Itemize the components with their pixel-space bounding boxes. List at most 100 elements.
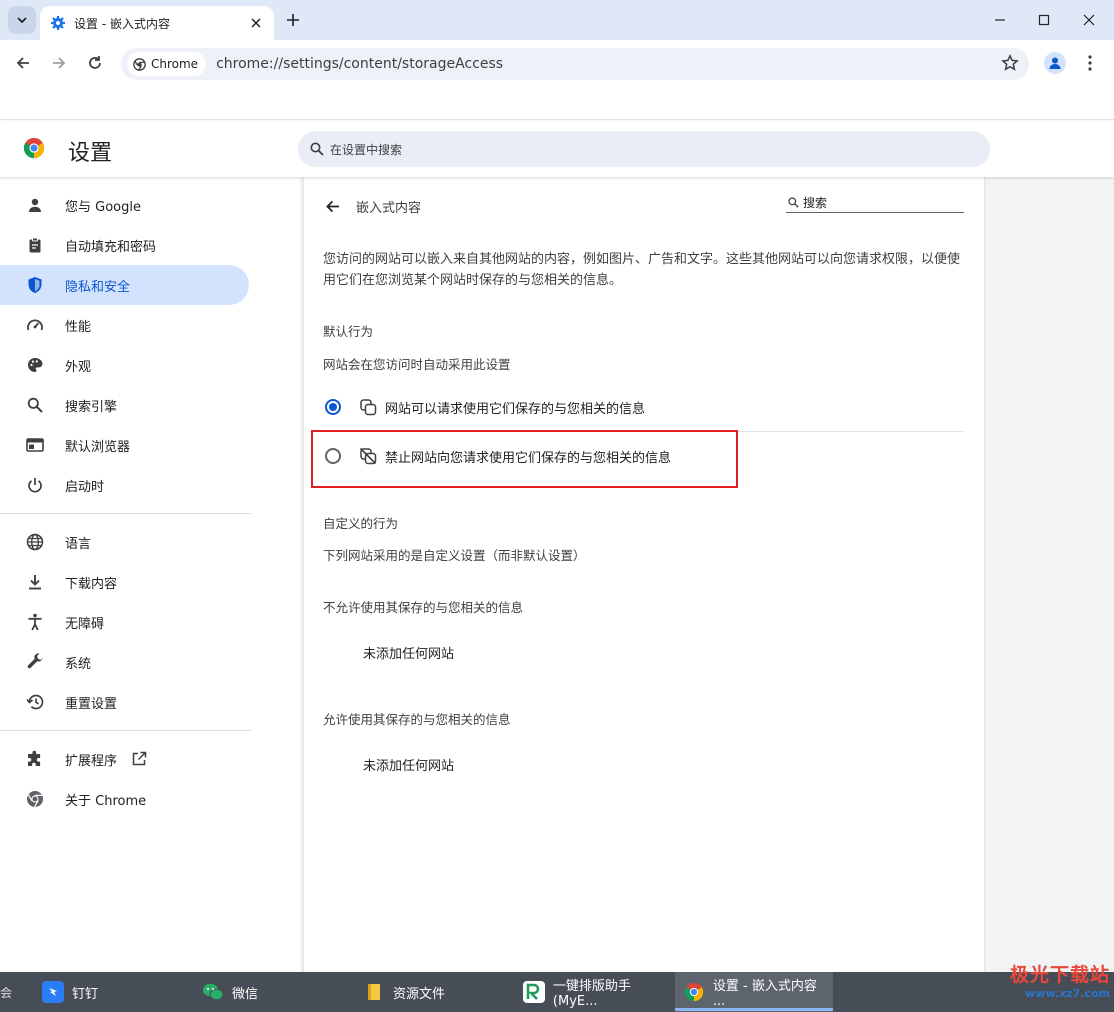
reload-icon (89, 56, 101, 69)
taskbar-item-label: 微信 (232, 986, 259, 1002)
annotation-highlight-box (311, 430, 738, 488)
taskbar-item-myeditor[interactable]: 一键排版助手(MyE... (515, 972, 675, 1012)
bookmark-star-icon[interactable] (1001, 53, 1019, 76)
forward-button[interactable] (46, 50, 72, 76)
taskbar-item-wechat[interactable]: 微信 (194, 972, 354, 1012)
tab-close-icon[interactable] (248, 15, 264, 31)
sidebar-item-search-engine[interactable]: 搜索引擎 (0, 385, 249, 425)
sidebar-item-label: 重置设置 (65, 696, 118, 712)
radio-button-checked[interactable] (325, 399, 341, 415)
sidebar-item-languages[interactable]: 语言 (0, 522, 249, 562)
taskbar-item-label: 资源文件 (393, 986, 446, 1002)
accessibility-icon (25, 612, 45, 632)
chrome-icon (133, 57, 146, 71)
chevron-down-icon (17, 17, 27, 24)
reload-button[interactable] (82, 50, 108, 76)
taskbar-item-folder[interactable]: 资源文件 (355, 972, 515, 1012)
settings-header: 设置 在设置中搜索 (0, 121, 1114, 177)
sidebar-item-label: 下载内容 (65, 576, 118, 592)
settings-sidebar: 您与 Google 自动填充和密码 隐私和安全 性能 外观 搜索引擎 默认浏览器… (0, 177, 300, 972)
settings-search-input[interactable]: 在设置中搜索 (298, 131, 990, 167)
myeditor-icon (523, 981, 545, 1003)
sidebar-item-performance[interactable]: 性能 (0, 305, 249, 345)
address-bar[interactable]: Chrome chrome://settings/content/storage… (121, 48, 1029, 80)
download-icon (25, 572, 45, 592)
site-chip-label: Chrome (151, 57, 199, 71)
blocked-list-empty: 未添加任何网站 (363, 647, 455, 662)
sidebar-item-label: 您与 Google (65, 199, 141, 215)
sidebar-item-label: 隐私和安全 (65, 279, 131, 295)
close-window-button[interactable] (1066, 0, 1112, 40)
speedometer-icon (25, 315, 45, 335)
taskbar-item-label: 会 (0, 985, 13, 1000)
clipboard-icon (25, 235, 45, 255)
globe-icon (25, 532, 45, 552)
new-tab-button[interactable] (283, 10, 303, 30)
close-icon (1083, 14, 1095, 26)
back-arrow-button[interactable] (322, 196, 342, 216)
sidebar-item-default-browser[interactable]: 默认浏览器 (0, 425, 249, 465)
sidebar-item-on-startup[interactable]: 启动时 (0, 465, 249, 505)
minimize-icon (995, 19, 1005, 21)
profile-avatar-button[interactable] (1044, 52, 1066, 74)
back-button[interactable] (10, 50, 36, 76)
sidebar-item-label: 性能 (65, 319, 92, 335)
person-icon (25, 195, 45, 215)
search-icon (788, 197, 799, 208)
search-icon (310, 142, 324, 156)
palette-icon (25, 355, 45, 375)
page-title: 嵌入式内容 (356, 201, 422, 216)
power-icon (25, 475, 45, 495)
search-icon (25, 395, 45, 415)
site-info-chip[interactable]: Chrome (127, 52, 207, 76)
sidebar-item-accessibility[interactable]: 无障碍 (0, 602, 249, 642)
browser-menu-button[interactable] (1082, 52, 1098, 74)
taskbar-item-chrome-settings[interactable]: 设置 - 嵌入式内容 ... (675, 972, 833, 1012)
sidebar-item-label: 关于 Chrome (65, 793, 147, 809)
sidebar-item-label: 自动填充和密码 (65, 239, 157, 255)
folder-icon (363, 981, 385, 1003)
sidebar-item-downloads[interactable]: 下载内容 (0, 562, 249, 602)
active-task-indicator (675, 1008, 833, 1011)
sidebar-item-about-chrome[interactable]: 关于 Chrome (0, 779, 249, 819)
sidebar-item-label: 启动时 (65, 479, 105, 495)
sidebar-item-you-and-google[interactable]: 您与 Google (0, 185, 249, 225)
person-icon (1049, 57, 1061, 69)
sidebar-item-privacy[interactable]: 隐私和安全 (0, 265, 249, 305)
sidebar-item-reset[interactable]: 重置设置 (0, 682, 249, 722)
radio-option-allow[interactable]: 网站可以请求使用它们保存的与您相关的信息 (323, 383, 964, 431)
taskbar-item-partial[interactable]: 会 (0, 972, 26, 1012)
maximize-button[interactable] (1021, 0, 1067, 40)
blocked-list-heading: 不允许使用其保存的与您相关的信息 (323, 600, 524, 615)
history-icon (25, 692, 45, 712)
bookmark-bar (0, 86, 1114, 120)
sidebar-item-autofill[interactable]: 自动填充和密码 (0, 225, 249, 265)
arrow-left-icon (16, 57, 29, 69)
sidebar-item-system[interactable]: 系统 (0, 642, 249, 682)
sidebar-item-label: 无障碍 (65, 616, 105, 632)
gear-icon (50, 15, 66, 31)
chrome-logo-icon (23, 137, 45, 159)
taskbar-item-label: 设置 - 嵌入式内容 ... (712, 979, 817, 1009)
external-link-icon (131, 751, 147, 767)
settings-title: 设置 (68, 141, 113, 166)
tab-search-button[interactable] (8, 6, 36, 34)
default-behavior-heading: 默认行为 (323, 324, 374, 339)
dingtalk-icon (42, 981, 64, 1003)
content-search-input[interactable]: 搜索 (786, 193, 964, 213)
sidebar-item-label: 外观 (65, 359, 92, 375)
taskbar-item-label: 一键排版助手(MyE... (552, 979, 631, 1009)
taskbar-item-dingtalk[interactable]: 钉钉 (34, 972, 194, 1012)
sidebar-item-appearance[interactable]: 外观 (0, 345, 249, 385)
browser-tab-settings[interactable]: 设置 - 嵌入式内容 (40, 6, 274, 40)
watermark-title: 极光下载站 (1009, 964, 1110, 986)
sidebar-item-label: 扩展程序 (65, 753, 118, 769)
sidebar-item-extensions[interactable]: 扩展程序 (0, 739, 249, 779)
shield-icon (25, 275, 45, 295)
radio-option-allow-label: 网站可以请求使用它们保存的与您相关的信息 (385, 401, 646, 417)
watermark-url: www.xz7.com (1025, 987, 1110, 1000)
minimize-button[interactable] (977, 0, 1023, 40)
chrome-icon (25, 789, 45, 809)
page-description: 您访问的网站可以嵌入来自其他网站的内容，例如图片、广告和文字。这些其他网站可以向… (323, 252, 961, 288)
content-search-placeholder: 搜索 (803, 196, 828, 210)
